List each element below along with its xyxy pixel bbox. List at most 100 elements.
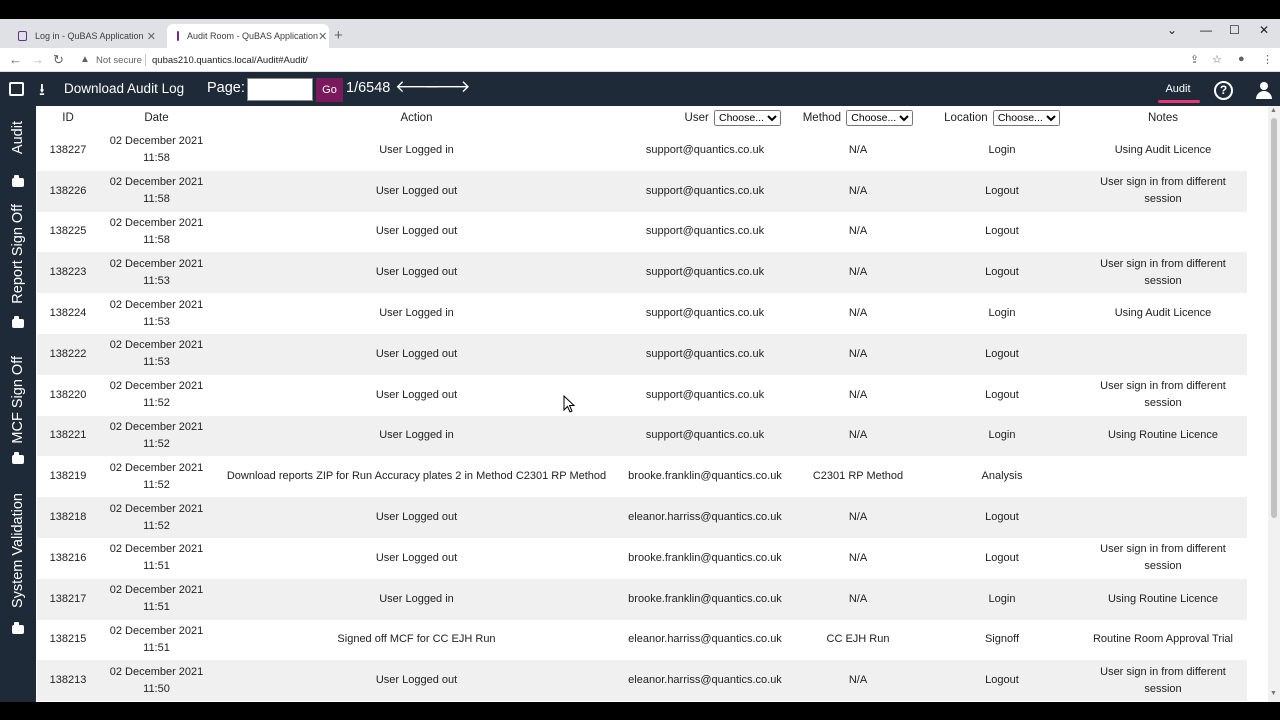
cell-method: N/A [791,537,925,579]
header-user: User Choose... [619,106,791,130]
table-row[interactable]: 138217 02 December 2021 11:51 User Logged i… [37,578,1247,620]
table-row[interactable]: 138213 02 December 2021 11:50 User Logged o… [37,660,1247,702]
cell-date-day: 02 December 2021 [109,665,204,678]
cell-id: 138219 [37,456,99,498]
bookmark-star-icon[interactable]: ☆ [1212,53,1222,66]
cell-date-time: 11:53 [143,356,170,369]
cell-notes: User sign in from different session [1079,660,1247,702]
header-method: Method Choose... [791,106,925,130]
table-row[interactable]: 138227 02 December 2021 11:58 User Logged i… [37,130,1247,171]
address-bar-row: ← → ↻ ▲ Not secure qubas210.quantics.loc… [0,48,1280,72]
sidebar-item-audit[interactable]: Audit [0,116,36,187]
minimize-icon[interactable]: — [1200,23,1212,37]
screen: Log in - QuBAS Application ✕ Audit Room … [0,0,1280,720]
user-filter-select[interactable]: Choose... [714,110,781,126]
cell-date-day: 02 December 2021 [109,461,204,474]
page-label: Page: [207,80,245,96]
cell-notes: User sign in from different session [1079,537,1247,579]
cell-location: Logout [925,211,1079,253]
browser-menu-icon[interactable]: ⋮ [1262,53,1273,66]
table-row[interactable]: 138223 02 December 2021 11:53 User Logged o… [37,252,1247,294]
maximize-icon[interactable]: ☐ [1229,23,1240,37]
browser-tab-login[interactable]: Log in - QuBAS Application ✕ [8,24,166,48]
sidebar-item-mcf-sign-off[interactable]: MCF Sign Off [0,351,36,466]
back-arrow-icon[interactable]: ← [9,52,22,67]
table-row[interactable]: 138215 02 December 2021 11:51 Signed off MC… [37,619,1247,661]
window-close-icon[interactable]: ✕ [1259,23,1269,37]
not-secure-label[interactable]: Not secure [96,55,142,66]
cell-action: User Logged in [214,293,619,334]
location-filter-select[interactable]: Choose... [992,110,1060,126]
header-date-label: Date [144,112,169,124]
header-id: ID [37,106,99,130]
sidebar-item-report-sign-off[interactable]: Report Sign Off [0,201,36,331]
cell-date: 02 December 2021 11:51 [99,537,214,579]
audit-log-table: ID Date Action User Choose... Method Cho… [37,106,1247,702]
cell-date-day: 02 December 2021 [109,380,204,393]
cell-user: eleanor.harriss@quantics.co.uk [619,497,791,538]
user-account-icon[interactable] [1255,81,1273,99]
forward-arrow-icon[interactable]: → [31,52,44,67]
table-row[interactable]: 138218 02 December 2021 11:52 User Logged o… [37,497,1247,538]
method-filter-select[interactable]: Choose... [846,110,914,126]
help-icon[interactable]: ? [1214,81,1233,100]
close-icon[interactable]: ✕ [147,30,156,43]
scroll-up-arrow-icon[interactable]: ▲ [1270,107,1277,114]
warning-icon[interactable]: ▲ [80,54,90,65]
cell-location: Logout [925,170,1079,212]
cell-notes: Using Routine Licence [1079,415,1247,457]
go-button[interactable]: Go [316,78,343,102]
mouse-cursor-icon [563,395,575,413]
next-page-arrow-icon[interactable]: 🡒 [425,77,471,97]
cell-user: brooke.franklin@quantics.co.uk [619,456,791,498]
cell-date-time: 11:52 [143,437,170,450]
cell-date-time: 11:58 [143,152,170,165]
header-notes-label: Notes [1147,112,1179,124]
header-date: Date [99,106,214,130]
cell-id: 138226 [37,170,99,212]
table-row[interactable]: 138216 02 December 2021 11:51 User Logged o… [37,537,1247,579]
profile-icon[interactable]: ● [1238,53,1245,65]
panel-toggle-icon[interactable] [9,82,24,96]
vertical-scrollbar[interactable]: ▲ ▼ [1268,106,1280,702]
page-number-input[interactable] [247,78,313,101]
cell-action: User Logged in [214,415,619,457]
cell-date-day: 02 December 2021 [109,176,204,189]
share-icon[interactable]: ⇪ [1190,53,1199,66]
cell-id: 138215 [37,619,99,661]
download-icon[interactable]: ⭳ [39,77,45,106]
cell-user: brooke.franklin@quantics.co.uk [619,578,791,620]
cell-date-day: 02 December 2021 [109,135,204,148]
tab-search-chevron-icon[interactable]: ⌄ [1167,23,1177,37]
tab-audit[interactable]: Audit [1158,83,1198,95]
table-row[interactable]: 138221 02 December 2021 11:52 User Logged i… [37,415,1247,457]
cell-action: Download reports ZIP for Run Accuracy pl… [214,456,619,498]
table-row[interactable]: 138219 02 December 2021 11:52 Download repo… [37,456,1247,498]
header-action: Action [214,106,619,130]
cell-user: support@quantics.co.uk [619,374,791,416]
scroll-down-arrow-icon[interactable]: ▼ [1270,690,1277,697]
table-row[interactable]: 138225 02 December 2021 11:58 User Logged o… [37,211,1247,253]
sidebar-item-system-validation[interactable]: System Validation [0,488,36,634]
cell-id: 138221 [37,415,99,457]
reload-icon[interactable]: ↻ [53,52,64,68]
download-audit-log-button[interactable]: Download Audit Log [64,81,184,96]
cell-notes [1079,497,1247,538]
scrollbar-thumb[interactable] [1271,118,1277,518]
browser-tab-audit-room[interactable]: Audit Room - QuBAS Application ✕ [167,24,329,48]
cell-method: N/A [791,374,925,416]
new-tab-button[interactable]: + [334,27,343,44]
cell-notes [1079,211,1247,253]
table-row[interactable]: 138226 02 December 2021 11:58 User Logged o… [37,170,1247,212]
table-row[interactable]: 138220 02 December 2021 11:52 User Logged o… [37,374,1247,416]
table-row[interactable]: 138224 02 December 2021 11:53 User Logged i… [37,293,1247,334]
close-icon[interactable]: ✕ [318,30,327,43]
qubas-favicon-icon [177,31,179,41]
table-row[interactable]: 138222 02 December 2021 11:53 User Logged o… [37,333,1247,375]
table-header-row: ID Date Action User Choose... Method Cho… [37,106,1247,130]
url-field[interactable]: qubas210.quantics.local/Audit#Audit/ [152,55,308,66]
cell-notes: User sign in from different session [1079,252,1247,294]
folder-icon [12,622,24,634]
cell-date: 02 December 2021 11:58 [99,130,214,171]
page-count: 1/6548 [346,80,391,96]
